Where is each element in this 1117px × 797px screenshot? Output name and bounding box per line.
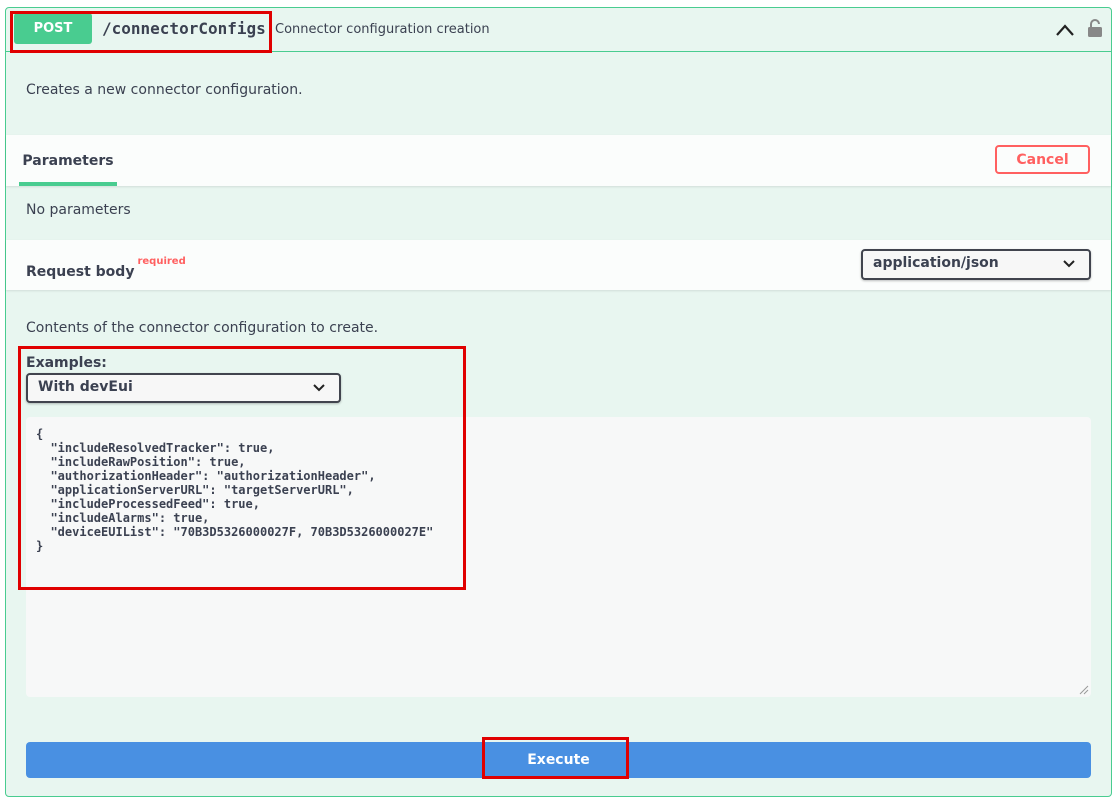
highlight-box-execute (482, 737, 629, 779)
content-type-select[interactable]: application/json (861, 249, 1091, 280)
parameters-header: Parameters Cancel (6, 135, 1111, 186)
operation-description: Creates a new connector configuration. (26, 82, 303, 98)
chevron-up-icon[interactable] (1055, 22, 1075, 41)
tab-parameters[interactable]: Parameters (19, 135, 117, 186)
request-body-header: Request bodyrequired application/json (6, 240, 1111, 290)
lock-icon[interactable] (1087, 18, 1103, 42)
highlight-box-examples (18, 346, 466, 590)
request-body-label: Request body (26, 264, 135, 280)
resize-grip-icon[interactable] (1079, 685, 1089, 695)
highlight-box-endpoint (10, 11, 272, 53)
operation-summary-text: Connector configuration creation (275, 22, 490, 37)
request-body-description: Contents of the connector configuration … (26, 320, 379, 336)
chevron-down-icon (1063, 260, 1075, 268)
cancel-button[interactable]: Cancel (995, 145, 1090, 174)
content-type-value: application/json (873, 255, 999, 271)
request-body-title: Request bodyrequired (26, 256, 186, 280)
no-parameters-text: No parameters (26, 202, 131, 218)
required-badge: required (137, 256, 186, 267)
